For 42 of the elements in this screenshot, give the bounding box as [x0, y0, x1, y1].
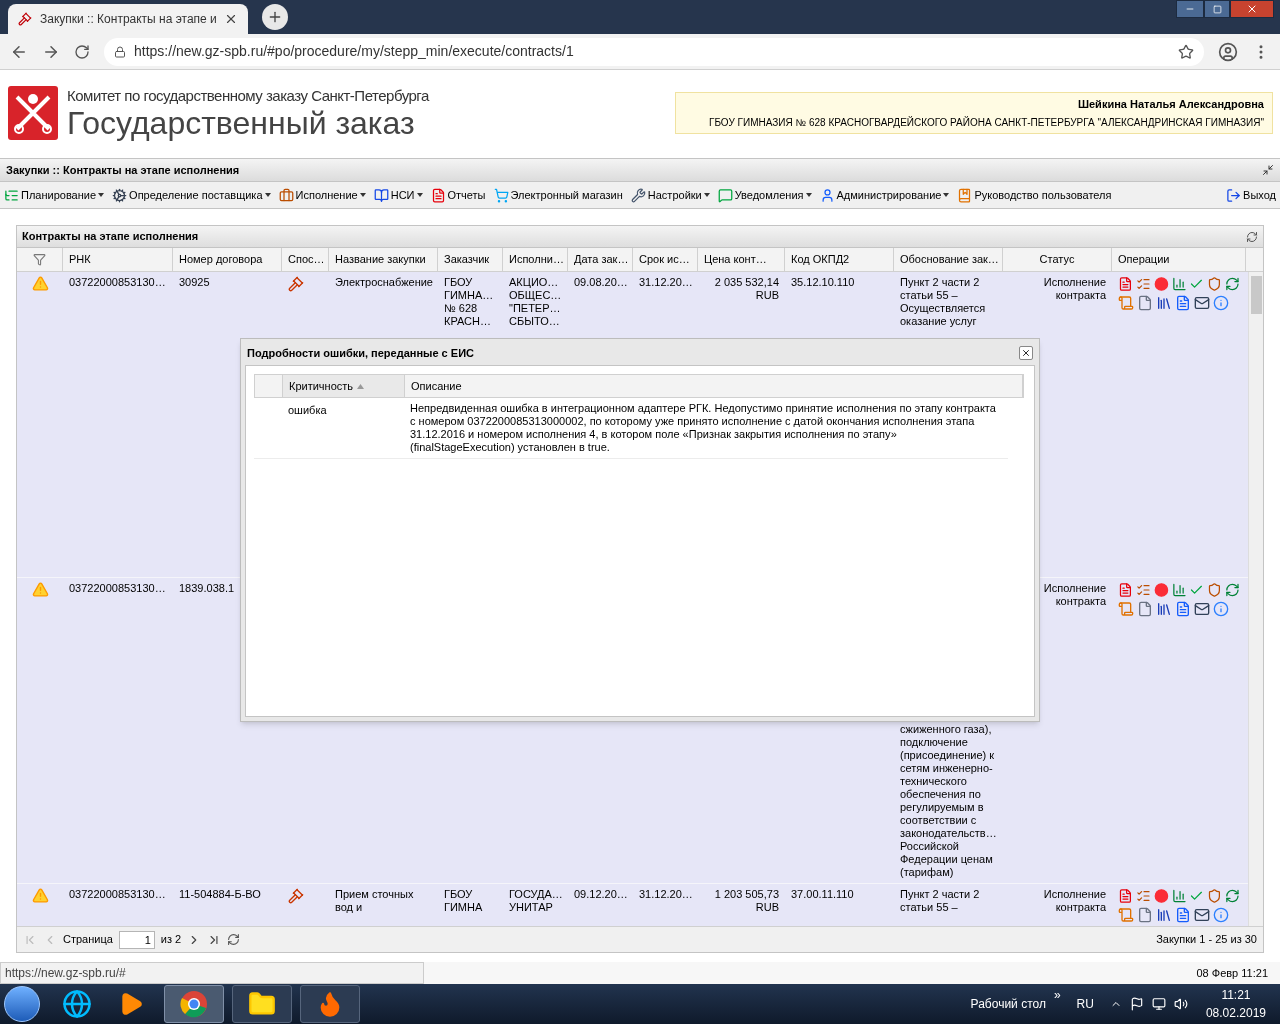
table-cell-text: 1 203 505,73 RUB	[713, 888, 779, 914]
table-cell-text: Пункт 2 части 2 статьи 55 – Осуществляется оказание услуг	[900, 276, 987, 328]
table-cell: 03722000853130…	[69, 276, 167, 289]
grid-title: Контракты на этапе исполнения	[22, 229, 200, 245]
table-cell-text: 30925	[179, 276, 211, 289]
table-cell: 31.12.20…	[639, 276, 692, 289]
user-name: Шейкина Наталья Александровна	[1077, 97, 1264, 113]
page-count: из 2	[160, 932, 182, 948]
table-cell-text: 35.12.10.110	[791, 276, 856, 289]
table-cell: ГОСУДА… УНИТАР	[509, 888, 562, 914]
table-cell-text: Исполнение контракта	[1042, 276, 1106, 302]
table-cell-text: Исполнение контракта	[1042, 582, 1106, 608]
status-url: https://new.gz-spb.ru/#	[0, 962, 424, 984]
table-cell-text: Непредвиденная ошибка в интеграционном адаптере РГК. Недопустимо принятие исполнения по этапу контракта с номером 0372200085313000002, по которому уже принято исполнение с датой окончания исполнения этапа 31.12.2016 и номером исполнения 4, в котором поле «Признак закрытия исполнения по этапу» (finalStageExecution) установлен в true.	[410, 402, 997, 454]
table-cell-text: 2 035 532,14 RUB	[713, 276, 779, 302]
table-cell-text: ГБОУ ГИМНА… № 628 КРАСН…	[444, 276, 495, 328]
page-title: Закупки :: Контракты на этапе исполнения	[6, 162, 241, 178]
table-cell: 03722000853130…	[69, 888, 167, 901]
table-cell-text: 37.00.11.110	[791, 888, 855, 901]
table-cell: Электроснабжение	[335, 276, 432, 289]
dialog-title: Подробности ошибки, переданные с ЕИС	[247, 345, 475, 361]
table-cell-text: ГБОУ ГИМНА	[444, 888, 484, 914]
table-cell: сжиженного газа), подключение (присоединение) к сетям инженерно- технического обеспечения по регулируемым в соответствии с законодательств… Российской Федерации ценам (тарифам)	[900, 723, 997, 879]
table-cell: 09.12.20…	[574, 888, 627, 901]
status-time: 08 Февр 11:21	[1195, 965, 1269, 981]
table-cell: 09.08.20…	[574, 276, 627, 289]
page-label: Страница	[63, 932, 113, 948]
record-count: Закупки 1 - 25 из 30	[1156, 932, 1257, 948]
tab-title: Закупки :: Контракты на этапе и	[40, 11, 216, 28]
site-title: Государственный заказ	[67, 106, 416, 140]
org-name: Комитет по государственному заказу Санкт-Петербурга	[67, 86, 429, 106]
user-organization: ГБОУ ГИМНАЗИЯ № 628 КРАСНОГВАРДЕЙСКОГО РАЙОНА САНКТ-ПЕТЕРБУРГА "АЛЕКСАНДРИНСКАЯ ГИМНАЗИЯ"	[709, 115, 1264, 130]
table-cell-text: Исполнение контракта	[1042, 888, 1106, 914]
table-cell-text: 1839.038.1	[179, 582, 236, 595]
table-cell: 03722000853130…	[69, 582, 167, 595]
table-cell: ошибка	[288, 404, 327, 416]
table-cell: 31.12.20…	[639, 888, 692, 901]
table-cell-text: 11-504884-Б-ВО	[179, 888, 262, 901]
table-cell: АКЦИО… ОБЩЕС… "ПЕТЕР… СБЫТО…	[509, 276, 562, 328]
table-cell-text: Пункт 2 части 2 статьи 55 –	[900, 888, 981, 914]
url-text: https://new.gz-spb.ru/#po/procedure/my/stepp_min/execute/contracts/1	[134, 42, 574, 61]
table-cell-text: Прием сточных вод и	[335, 888, 415, 914]
